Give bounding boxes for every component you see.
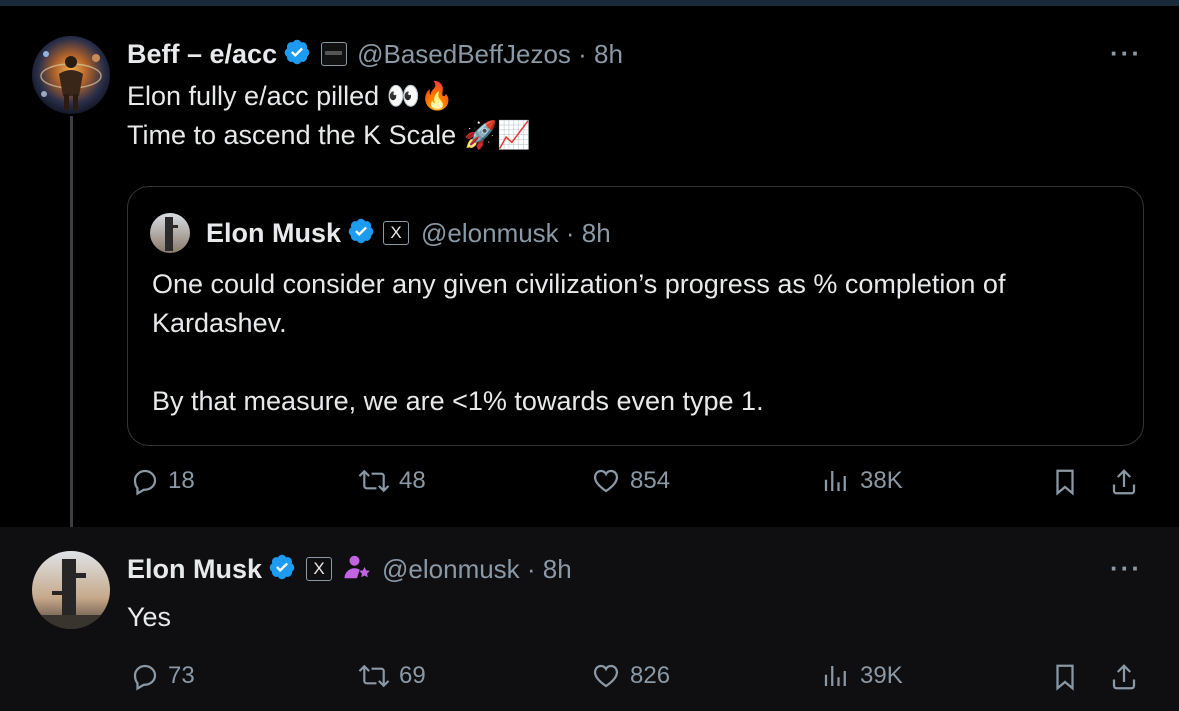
avatar-beff[interactable] bbox=[32, 36, 110, 114]
x-affiliate-badge[interactable]: X bbox=[383, 221, 410, 245]
views-icon bbox=[824, 666, 846, 686]
reply-count: 73 bbox=[168, 662, 195, 689]
repost-icon bbox=[358, 664, 390, 688]
quote-text-line2: Kardashev. bbox=[152, 308, 287, 338]
tweet-elon-reply[interactable]: Elon Musk X @elonmusk · 8h ··· Yes 73 69… bbox=[0, 527, 1179, 711]
repost-icon bbox=[358, 469, 390, 493]
author-handle[interactable]: @elonmusk · 8h bbox=[382, 554, 572, 585]
view-count: 38K bbox=[860, 467, 903, 494]
verified-icon bbox=[347, 217, 375, 250]
share-icon[interactable] bbox=[1109, 661, 1139, 693]
like-button[interactable]: 854 bbox=[590, 466, 670, 496]
tweet-beff[interactable]: Beff – e/acc @BasedBeffJezos · 8h ··· El… bbox=[0, 6, 1179, 548]
avatar-elon-quote[interactable] bbox=[150, 213, 190, 253]
avatar-elon[interactable] bbox=[32, 551, 110, 629]
tweet-text-line1: Elon fully e/acc pilled 👀🔥 bbox=[127, 81, 454, 111]
reply-count: 18 bbox=[168, 467, 195, 494]
reply-icon bbox=[133, 664, 157, 691]
author-handle[interactable]: @BasedBeffJezos · 8h bbox=[357, 39, 623, 70]
bookmark-icon[interactable] bbox=[1050, 661, 1080, 693]
verified-icon bbox=[283, 38, 311, 71]
admin-person-icon bbox=[342, 552, 372, 587]
like-button[interactable]: 826 bbox=[590, 661, 670, 691]
reply-text: Yes bbox=[127, 602, 172, 632]
share-icon[interactable] bbox=[1109, 466, 1139, 498]
like-icon bbox=[593, 469, 619, 493]
quote-author-handle[interactable]: @elonmusk · 8h bbox=[421, 218, 611, 249]
reply-header: Elon Musk X @elonmusk · 8h bbox=[127, 549, 572, 589]
views-button[interactable]: 39K bbox=[820, 661, 903, 691]
views-icon bbox=[824, 471, 846, 491]
view-count: 39K bbox=[860, 662, 903, 689]
bookmark-icon[interactable] bbox=[1050, 466, 1080, 498]
quote-text-line3: By that measure, we are <1% towards even… bbox=[152, 386, 764, 416]
like-count: 854 bbox=[630, 467, 671, 494]
reply-icon bbox=[133, 469, 157, 496]
tweet-text-line2: Time to ascend the K Scale 🚀📈 bbox=[127, 120, 531, 150]
quote-tweet[interactable]: Elon Musk X @elonmusk · 8h One could con… bbox=[127, 186, 1144, 446]
action-bar: 73 69 826 39K bbox=[0, 661, 1179, 701]
like-count: 826 bbox=[630, 662, 671, 689]
author-name[interactable]: Beff – e/acc bbox=[127, 39, 277, 70]
author-name[interactable]: Elon Musk bbox=[127, 554, 262, 585]
x-affiliate-badge[interactable]: X bbox=[306, 557, 333, 581]
affiliate-badge-icon[interactable] bbox=[321, 42, 348, 66]
repost-button[interactable]: 69 bbox=[357, 661, 426, 691]
quote-text-line1: One could consider any given civilizatio… bbox=[152, 269, 1006, 299]
repost-count: 48 bbox=[399, 467, 426, 494]
repost-button[interactable]: 48 bbox=[357, 466, 426, 496]
tweet-header: Beff – e/acc @BasedBeffJezos · 8h bbox=[127, 34, 623, 74]
views-button[interactable]: 38K bbox=[820, 466, 903, 496]
quote-header: Elon Musk X @elonmusk · 8h bbox=[206, 213, 611, 253]
quote-author-name[interactable]: Elon Musk bbox=[206, 218, 341, 249]
more-icon[interactable]: ··· bbox=[1110, 38, 1142, 69]
more-icon[interactable]: ··· bbox=[1110, 553, 1142, 584]
reply-button[interactable]: 18 bbox=[130, 466, 195, 496]
action-bar: 18 48 854 38K bbox=[0, 466, 1179, 506]
verified-icon bbox=[268, 553, 296, 586]
repost-count: 69 bbox=[399, 662, 426, 689]
like-icon bbox=[593, 664, 619, 688]
reply-button[interactable]: 73 bbox=[130, 661, 195, 691]
